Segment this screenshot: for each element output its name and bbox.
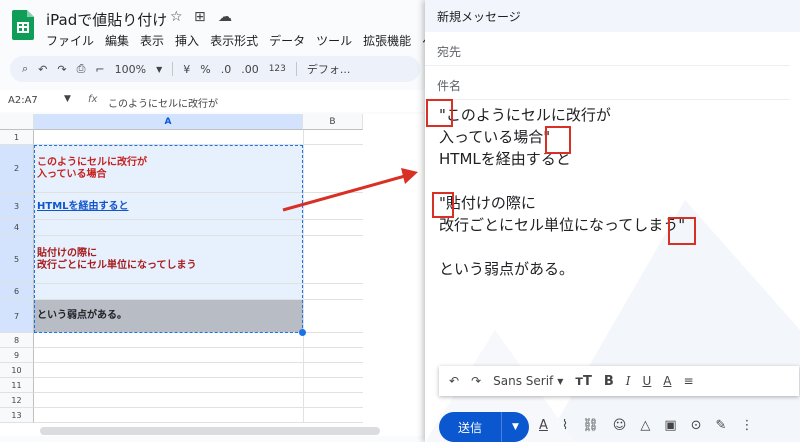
arrow-head — [401, 168, 418, 184]
arrow-line — [282, 174, 406, 212]
screen: iPadで値貼り付け ☆ ⊞ ☁ ファイル 編集 表示 挿入 表示形式 データ … — [0, 0, 800, 442]
annotation-arrow — [282, 168, 418, 212]
